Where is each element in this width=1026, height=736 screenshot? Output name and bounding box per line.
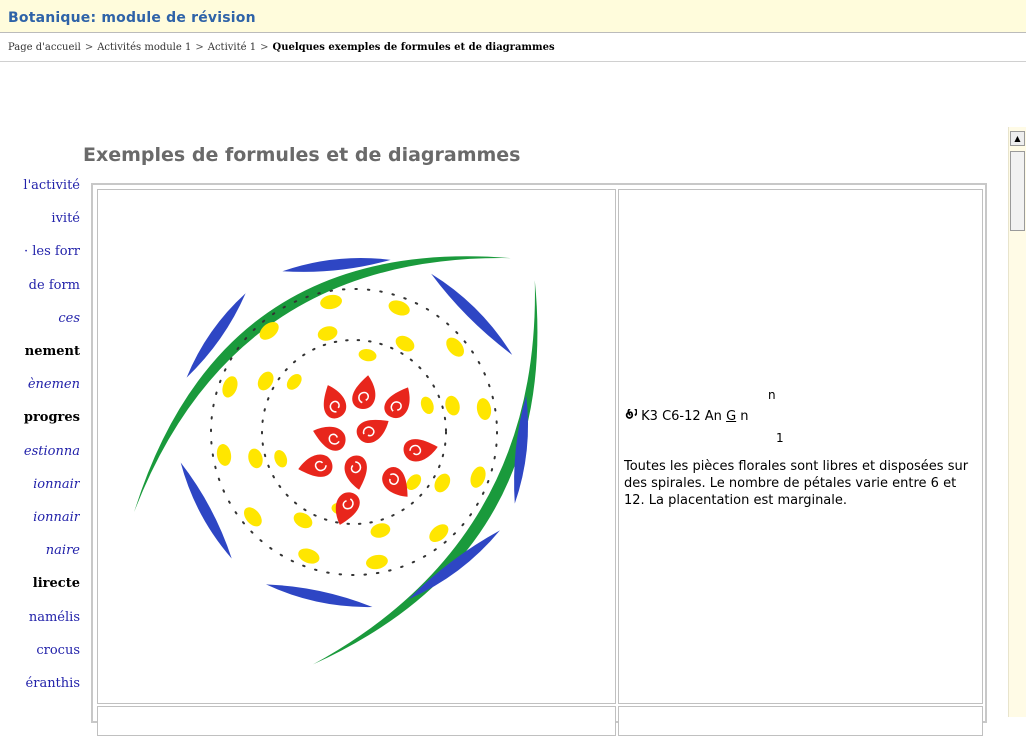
breadcrumb-separator: >	[260, 42, 269, 53]
spiral-icon	[625, 409, 637, 419]
breadcrumb: Page d'accueil > Activités module 1 > Activi…	[8, 42, 555, 53]
stamen	[388, 300, 410, 316]
floral-formula: K3 C6-12 An G n n 1 Toutes les pièces fl…	[624, 388, 974, 509]
stamen	[320, 294, 342, 310]
breadcrumb-separator: >	[84, 42, 94, 53]
stamen	[429, 524, 449, 542]
carpel	[344, 455, 367, 490]
stamen	[358, 349, 377, 362]
breadcrumb-activity[interactable]: Activité 1	[208, 42, 256, 53]
stamen	[434, 473, 451, 493]
stamen	[395, 335, 415, 352]
diagram-cell	[97, 189, 616, 704]
breadcrumb-home[interactable]: Page d'accueil	[8, 42, 81, 53]
formula-superscript: n	[768, 388, 776, 402]
carpel	[313, 426, 346, 451]
sepal	[266, 584, 373, 608]
stamen	[476, 398, 492, 420]
stamen	[370, 523, 391, 538]
formula-description: Toutes les pièces florales sont libres e…	[624, 459, 969, 508]
nav-section-heading: lirecte	[32, 576, 80, 592]
nav-link[interactable]: ionnair	[0, 477, 80, 499]
nav-link[interactable]: ionnair	[0, 510, 80, 532]
stamen	[286, 373, 302, 390]
stamen	[446, 337, 464, 357]
formula-ovule: n	[740, 409, 749, 424]
content-table: K3 C6-12 An G n n 1 Toutes les pièces fl…	[91, 183, 987, 736]
stamen	[248, 448, 263, 469]
stamen	[445, 395, 460, 416]
formula-subscript: 1	[776, 431, 784, 445]
formula-expression: K3 C6-12 An G n	[624, 409, 749, 424]
breadcrumb-separator: >	[195, 42, 204, 53]
nav-link[interactable]: ènemen	[0, 377, 80, 399]
nav-link[interactable]: naire	[0, 543, 80, 565]
sepal	[431, 273, 513, 355]
scroll-up-arrow-icon[interactable]: ▲	[1010, 131, 1025, 146]
stamen	[420, 396, 434, 415]
nav-link[interactable]: estionna	[0, 444, 80, 466]
stamen	[317, 326, 338, 341]
formula-cell: K3 C6-12 An G n n 1 Toutes les pièces fl…	[618, 189, 983, 704]
nav-link[interactable]: l'activité	[0, 178, 80, 200]
nav-link[interactable]: namélis	[0, 610, 80, 632]
stamen	[244, 507, 262, 527]
sepal	[180, 462, 232, 559]
formula-cell-next	[618, 706, 983, 736]
nav-link[interactable]: · les forr	[0, 244, 80, 266]
nav-link[interactable]: de form	[0, 278, 80, 300]
carpel	[352, 375, 376, 409]
sepal	[408, 530, 500, 600]
formula-line: K3 C6-12 An G n n 1	[624, 388, 974, 452]
stamen	[366, 554, 388, 570]
carpel	[323, 385, 347, 419]
vertical-scrollbar[interactable]: ▲	[1008, 127, 1026, 717]
nav-link[interactable]: ivité	[0, 211, 80, 233]
nav-section-heading: nement	[24, 344, 80, 359]
nav-link[interactable]: éranthis	[0, 676, 80, 698]
site-title[interactable]: Botanique: module de révision	[8, 10, 256, 26]
formula-prefix: K3 C6-12 An	[641, 409, 722, 424]
site-header: Botanique: module de révision	[0, 0, 1026, 32]
stamen	[222, 376, 238, 398]
breadcrumb-current: Quelques exemples de formules et de diag…	[272, 42, 555, 53]
nav-link[interactable]: crocus	[0, 643, 80, 665]
breadcrumb-divider	[0, 61, 1026, 62]
stamen	[216, 444, 232, 466]
formula-gynoecium: G	[726, 409, 737, 424]
breadcrumb-activities[interactable]: Activités module 1	[97, 42, 191, 53]
left-navigation: l'activité ivité · les forr de form ces nemen…	[0, 178, 88, 717]
stamen	[298, 548, 320, 564]
floral-diagram	[134, 256, 538, 665]
carpel	[298, 454, 333, 477]
stamen	[274, 449, 288, 468]
page-title: Exemples de formules et de diagrammes	[83, 144, 521, 166]
nav-link[interactable]: ces	[0, 311, 80, 333]
stamen	[293, 512, 313, 529]
header-divider	[0, 32, 1026, 33]
scroll-thumb[interactable]	[1010, 151, 1025, 231]
carpel	[384, 387, 410, 419]
carpel	[356, 419, 389, 443]
stamen	[470, 466, 486, 488]
diagram-cell-next	[97, 706, 616, 736]
carpel	[403, 439, 438, 462]
nav-section-heading: progres	[23, 410, 80, 426]
